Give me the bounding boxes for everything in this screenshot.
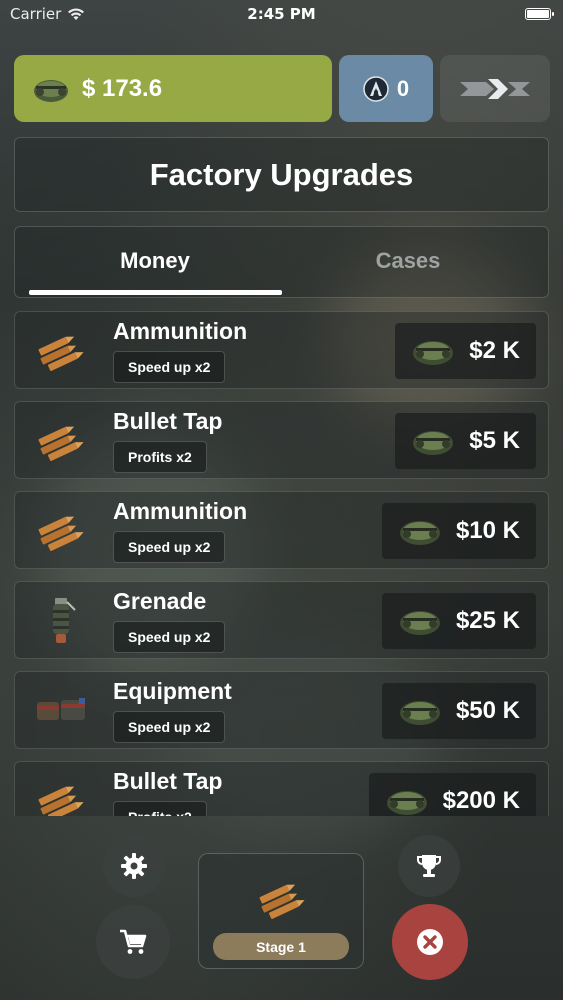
active-tab-indicator: [29, 290, 282, 295]
buy-upgrade-button[interactable]: $2 K: [395, 323, 536, 379]
buy-upgrade-button[interactable]: $200 K: [368, 773, 536, 816]
money-bag-icon: [413, 341, 454, 365]
upgrade-name: Bullet Tap: [113, 768, 223, 794]
upgrade-effect: Speed up x2: [113, 621, 226, 653]
close-icon: [417, 929, 443, 955]
buy-upgrade-button[interactable]: $25 K: [381, 593, 536, 649]
upgrade-price: $50 K: [455, 697, 520, 724]
money-bag-icon: [399, 701, 440, 725]
tab-bar: Money Cases: [14, 226, 549, 298]
upgrade-price: $200 K: [442, 787, 520, 814]
cart-icon: [120, 929, 147, 954]
upgrade-row: Ammunition Speed up x2 $10 K: [14, 491, 549, 569]
settings-button[interactable]: [103, 835, 165, 897]
bullets-icon: [38, 786, 84, 816]
money-bag-icon: [399, 611, 440, 635]
tab-cases[interactable]: Cases: [282, 227, 534, 295]
money-bag-icon: [399, 521, 440, 545]
grenade-icon: [53, 598, 76, 643]
close-button[interactable]: [392, 904, 468, 980]
page-title-text: Factory Upgrades: [149, 156, 414, 192]
money-bag-icon: [386, 791, 427, 815]
tab-money[interactable]: Money: [29, 227, 281, 295]
status-bar: Carrier 2:45 PM: [0, 0, 563, 30]
upgrade-price: $10 K: [455, 517, 520, 544]
battery-icon: [525, 8, 554, 20]
upgrade-effect: Speed up x2: [113, 531, 226, 563]
equipment-icon: [37, 698, 85, 720]
buy-upgrade-button[interactable]: $50 K: [381, 683, 536, 739]
shop-button[interactable]: [96, 905, 170, 979]
buy-upgrade-button[interactable]: $10 K: [381, 503, 536, 559]
upgrade-row: Grenade Speed up x2 $25 K: [14, 581, 549, 659]
bullets-icon: [38, 426, 84, 461]
stage-label: Stage 1: [213, 933, 349, 960]
upgrade-effect: Profits x2: [113, 441, 207, 473]
upgrade-effect: Speed up x2: [113, 711, 226, 743]
money-bag-icon: [34, 79, 68, 102]
money-bag-icon: [413, 431, 454, 455]
upgrade-name: Bullet Tap: [113, 408, 223, 434]
upgrade-name: Ammunition: [113, 318, 248, 344]
upgrade-name: Grenade: [113, 588, 207, 614]
stage-card[interactable]: Stage 1: [198, 853, 364, 969]
upgrade-row: Equipment Speed up x2 $50 K: [14, 671, 549, 749]
upgrade-effect: Profits x2: [113, 801, 207, 816]
rank-button[interactable]: [440, 55, 550, 122]
money-balance: $ 173.6: [14, 55, 332, 122]
page-title: Factory Upgrades: [14, 137, 549, 212]
bullets-icon: [38, 336, 84, 371]
money-amount: $ 173.6: [82, 74, 163, 102]
upgrades-list[interactable]: Ammunition Speed up x2 $2 K Bullet Tap P…: [14, 311, 549, 816]
upgrade-price: $5 K: [469, 427, 520, 454]
token-balance: 0: [339, 55, 433, 122]
upgrade-price: $2 K: [469, 337, 520, 364]
upgrade-effect: Speed up x2: [113, 351, 226, 383]
upgrade-row: Bullet Tap Profits x2 $200 K: [14, 761, 549, 816]
token-amount: 0: [396, 75, 410, 101]
trophy-icon: [417, 855, 441, 877]
token-icon: [363, 75, 389, 102]
upgrade-name: Equipment: [113, 678, 232, 704]
upgrade-name: Ammunition: [113, 498, 248, 524]
upgrade-price: $25 K: [455, 607, 520, 634]
clock: 2:45 PM: [247, 5, 316, 23]
gear-icon: [121, 853, 147, 879]
bullets-icon: [259, 884, 305, 919]
leaderboard-button[interactable]: [398, 835, 460, 897]
upgrade-row: Bullet Tap Profits x2 $5 K: [14, 401, 549, 479]
rank-chevron-icon: [460, 78, 530, 99]
buy-upgrade-button[interactable]: $5 K: [395, 413, 536, 469]
bullets-icon: [38, 516, 84, 551]
upgrade-row: Ammunition Speed up x2 $2 K: [14, 311, 549, 389]
